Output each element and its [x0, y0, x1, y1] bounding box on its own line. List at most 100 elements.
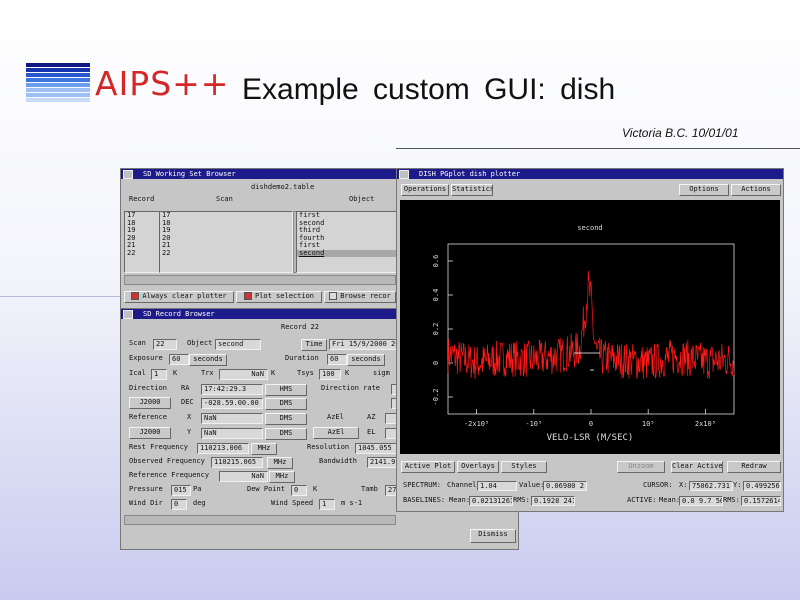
rest-frequency-label: Rest Frequency — [129, 443, 189, 451]
object-label: Object — [187, 339, 213, 347]
active-plot-button[interactable]: Active Plot — [401, 461, 455, 473]
time-field[interactable]: Fri 15/9/2000 20:20:4 — [329, 339, 397, 350]
j2000-button[interactable]: J2000 — [129, 397, 171, 409]
record-list[interactable]: 17 18 19 20 21 22 — [124, 211, 160, 273]
azel-button[interactable]: AzEl — [313, 427, 359, 439]
exposure-unit-button[interactable]: seconds — [189, 354, 227, 366]
redraw-button[interactable]: Redraw — [727, 461, 781, 473]
baseline-mean-label: Mean: — [449, 496, 471, 504]
list-item[interactable]: second — [297, 249, 397, 257]
plotter-titlebar[interactable]: DISH PGplot dish plotter — [397, 169, 783, 179]
statistics-menu[interactable]: Statistics — [451, 184, 493, 196]
observed-frequency-label: Observed Frequency — [129, 457, 205, 465]
rest-frequency-unit-button[interactable]: MHz — [251, 443, 277, 455]
bandwidth-field[interactable]: 2141.9 — [367, 457, 397, 468]
dew-point-unit: K — [313, 485, 318, 493]
el-label: EL — [367, 428, 376, 436]
channel-field[interactable]: 1.04 — [477, 481, 517, 491]
active-rms-field[interactable]: 0.1572614 — [741, 496, 781, 506]
duration-field[interactable]: 60 — [327, 354, 347, 365]
baseline-rms-label: RMS: — [513, 496, 530, 504]
rb-horizontal-scrollbar[interactable] — [124, 515, 396, 525]
tsys-field[interactable]: 100 — [319, 369, 341, 380]
list-item[interactable]: 18 — [160, 219, 292, 228]
dismiss-button[interactable]: Dismiss — [470, 529, 516, 543]
browse-record-toggle[interactable]: Browse recor — [324, 291, 396, 303]
plot-canvas[interactable]: second VELO-LSR (M/SEC) 0.6 0.4 0.2 0 -0.2 -… — [400, 200, 780, 454]
baseline-mean-field[interactable]: 0.02131261 — [469, 496, 513, 506]
plot-selection-toggle[interactable]: Plot selection — [236, 291, 322, 303]
x-tick-label: -2x10⁵ — [464, 420, 489, 428]
object-field[interactable]: second — [215, 339, 261, 350]
pressure-field[interactable]: 015 — [171, 485, 191, 496]
wsb-titlebar[interactable]: SD Working Set Browser — [121, 169, 397, 179]
ref-x-dms-button[interactable]: DMS — [265, 413, 307, 425]
browse-record-label: Browse recor — [340, 292, 391, 300]
wind-dir-unit: deg — [193, 499, 206, 507]
list-item[interactable]: 17 — [160, 212, 292, 220]
wind-dir-field[interactable]: 0 — [171, 499, 187, 510]
rb-titlebar[interactable]: SD Record Browser — [121, 309, 397, 319]
always-clear-plotter-toggle[interactable]: Always clear plotter — [124, 291, 234, 303]
slide-divider — [396, 148, 800, 149]
dec-field[interactable]: -028.59.00.00 — [201, 398, 263, 409]
active-mean-field[interactable]: 0.0 9.7 500 — [679, 496, 723, 506]
options-menu[interactable]: Options — [679, 184, 729, 196]
ical-label: Ical — [129, 369, 146, 377]
list-item[interactable]: 22 — [160, 249, 292, 258]
clear-active-button[interactable]: Clear Active — [671, 461, 723, 473]
wind-speed-label: Wind Speed — [271, 499, 314, 507]
record-browser-window: SD Record Browser Record 22 Scan 22 Obje… — [120, 308, 519, 550]
baseline-rms-field[interactable]: 0.1928 241 — [531, 496, 575, 506]
rest-frequency-field[interactable]: 110213.006 — [197, 443, 249, 454]
spectrum-label: SPECTRUM: — [403, 481, 441, 489]
actions-menu[interactable]: Actions — [731, 184, 781, 196]
exposure-label: Exposure — [129, 354, 163, 362]
cursor-x-field[interactable]: 75062.731 — [689, 481, 733, 491]
wind-speed-field[interactable]: 1 — [319, 499, 335, 510]
ical-field[interactable]: 1 — [151, 369, 167, 380]
ref-x-field[interactable]: NaN — [201, 413, 263, 424]
observed-frequency-field[interactable]: 110215.065 — [211, 457, 263, 468]
ref-j2000-button[interactable]: J2000 — [129, 427, 171, 439]
time-button[interactable]: Time — [301, 339, 327, 351]
tsys-label: Tsys — [297, 369, 314, 377]
window-menu-icon[interactable] — [123, 170, 133, 179]
azel-label: AzEl — [327, 413, 344, 421]
dew-point-field[interactable]: 0 — [291, 485, 307, 496]
reference-frequency-unit-button[interactable]: MHz — [269, 471, 295, 483]
bandwidth-label: Bandwidth — [319, 457, 357, 465]
trx-field[interactable]: NaN — [219, 369, 268, 380]
window-menu-icon[interactable] — [399, 170, 409, 179]
unzoom-button[interactable]: Unzoom — [617, 461, 665, 473]
object-list[interactable]: first second third fourth first second — [296, 211, 398, 273]
ra-field[interactable]: 17:42:29.3 — [201, 384, 263, 395]
scan-list[interactable]: 17 18 19 20 21 22 — [159, 211, 293, 273]
dms-button[interactable]: DMS — [265, 398, 307, 410]
y-tick-label: -0.2 — [432, 389, 440, 406]
ref-y-field[interactable]: NaN — [201, 428, 263, 439]
duration-unit-button[interactable]: seconds — [347, 354, 385, 366]
window-menu-icon[interactable] — [123, 310, 133, 319]
slide-title: Example custom GUI: dish — [242, 73, 616, 106]
ref-y-dms-button[interactable]: DMS — [265, 428, 307, 440]
resolution-field[interactable]: 1045.055 — [355, 443, 397, 454]
wsb-horizontal-scrollbar[interactable] — [124, 275, 396, 285]
list-item[interactable]: 22 — [125, 249, 159, 258]
operations-menu[interactable]: Operations — [401, 184, 449, 196]
scan-field[interactable]: 22 — [153, 339, 177, 350]
rb-title: SD Record Browser — [143, 310, 215, 318]
overlays-button[interactable]: Overlays — [457, 461, 499, 473]
exposure-field[interactable]: 60 — [169, 354, 189, 365]
list-item[interactable]: 19 — [160, 226, 292, 235]
cursor-y-field[interactable]: 0.4992562 — [743, 481, 781, 491]
tamb-label: Tamb — [361, 485, 378, 493]
value-field[interactable]: 0.06980 2 — [543, 481, 587, 491]
observed-frequency-unit-button[interactable]: MHz — [267, 457, 293, 469]
hms-button[interactable]: HMS — [265, 384, 307, 396]
list-item[interactable]: 20 — [160, 234, 292, 243]
reference-frequency-field[interactable]: NaN — [219, 471, 268, 482]
styles-button[interactable]: Styles — [501, 461, 547, 473]
always-clear-label: Always clear plotter — [142, 292, 227, 300]
list-item[interactable]: 21 — [160, 241, 292, 250]
